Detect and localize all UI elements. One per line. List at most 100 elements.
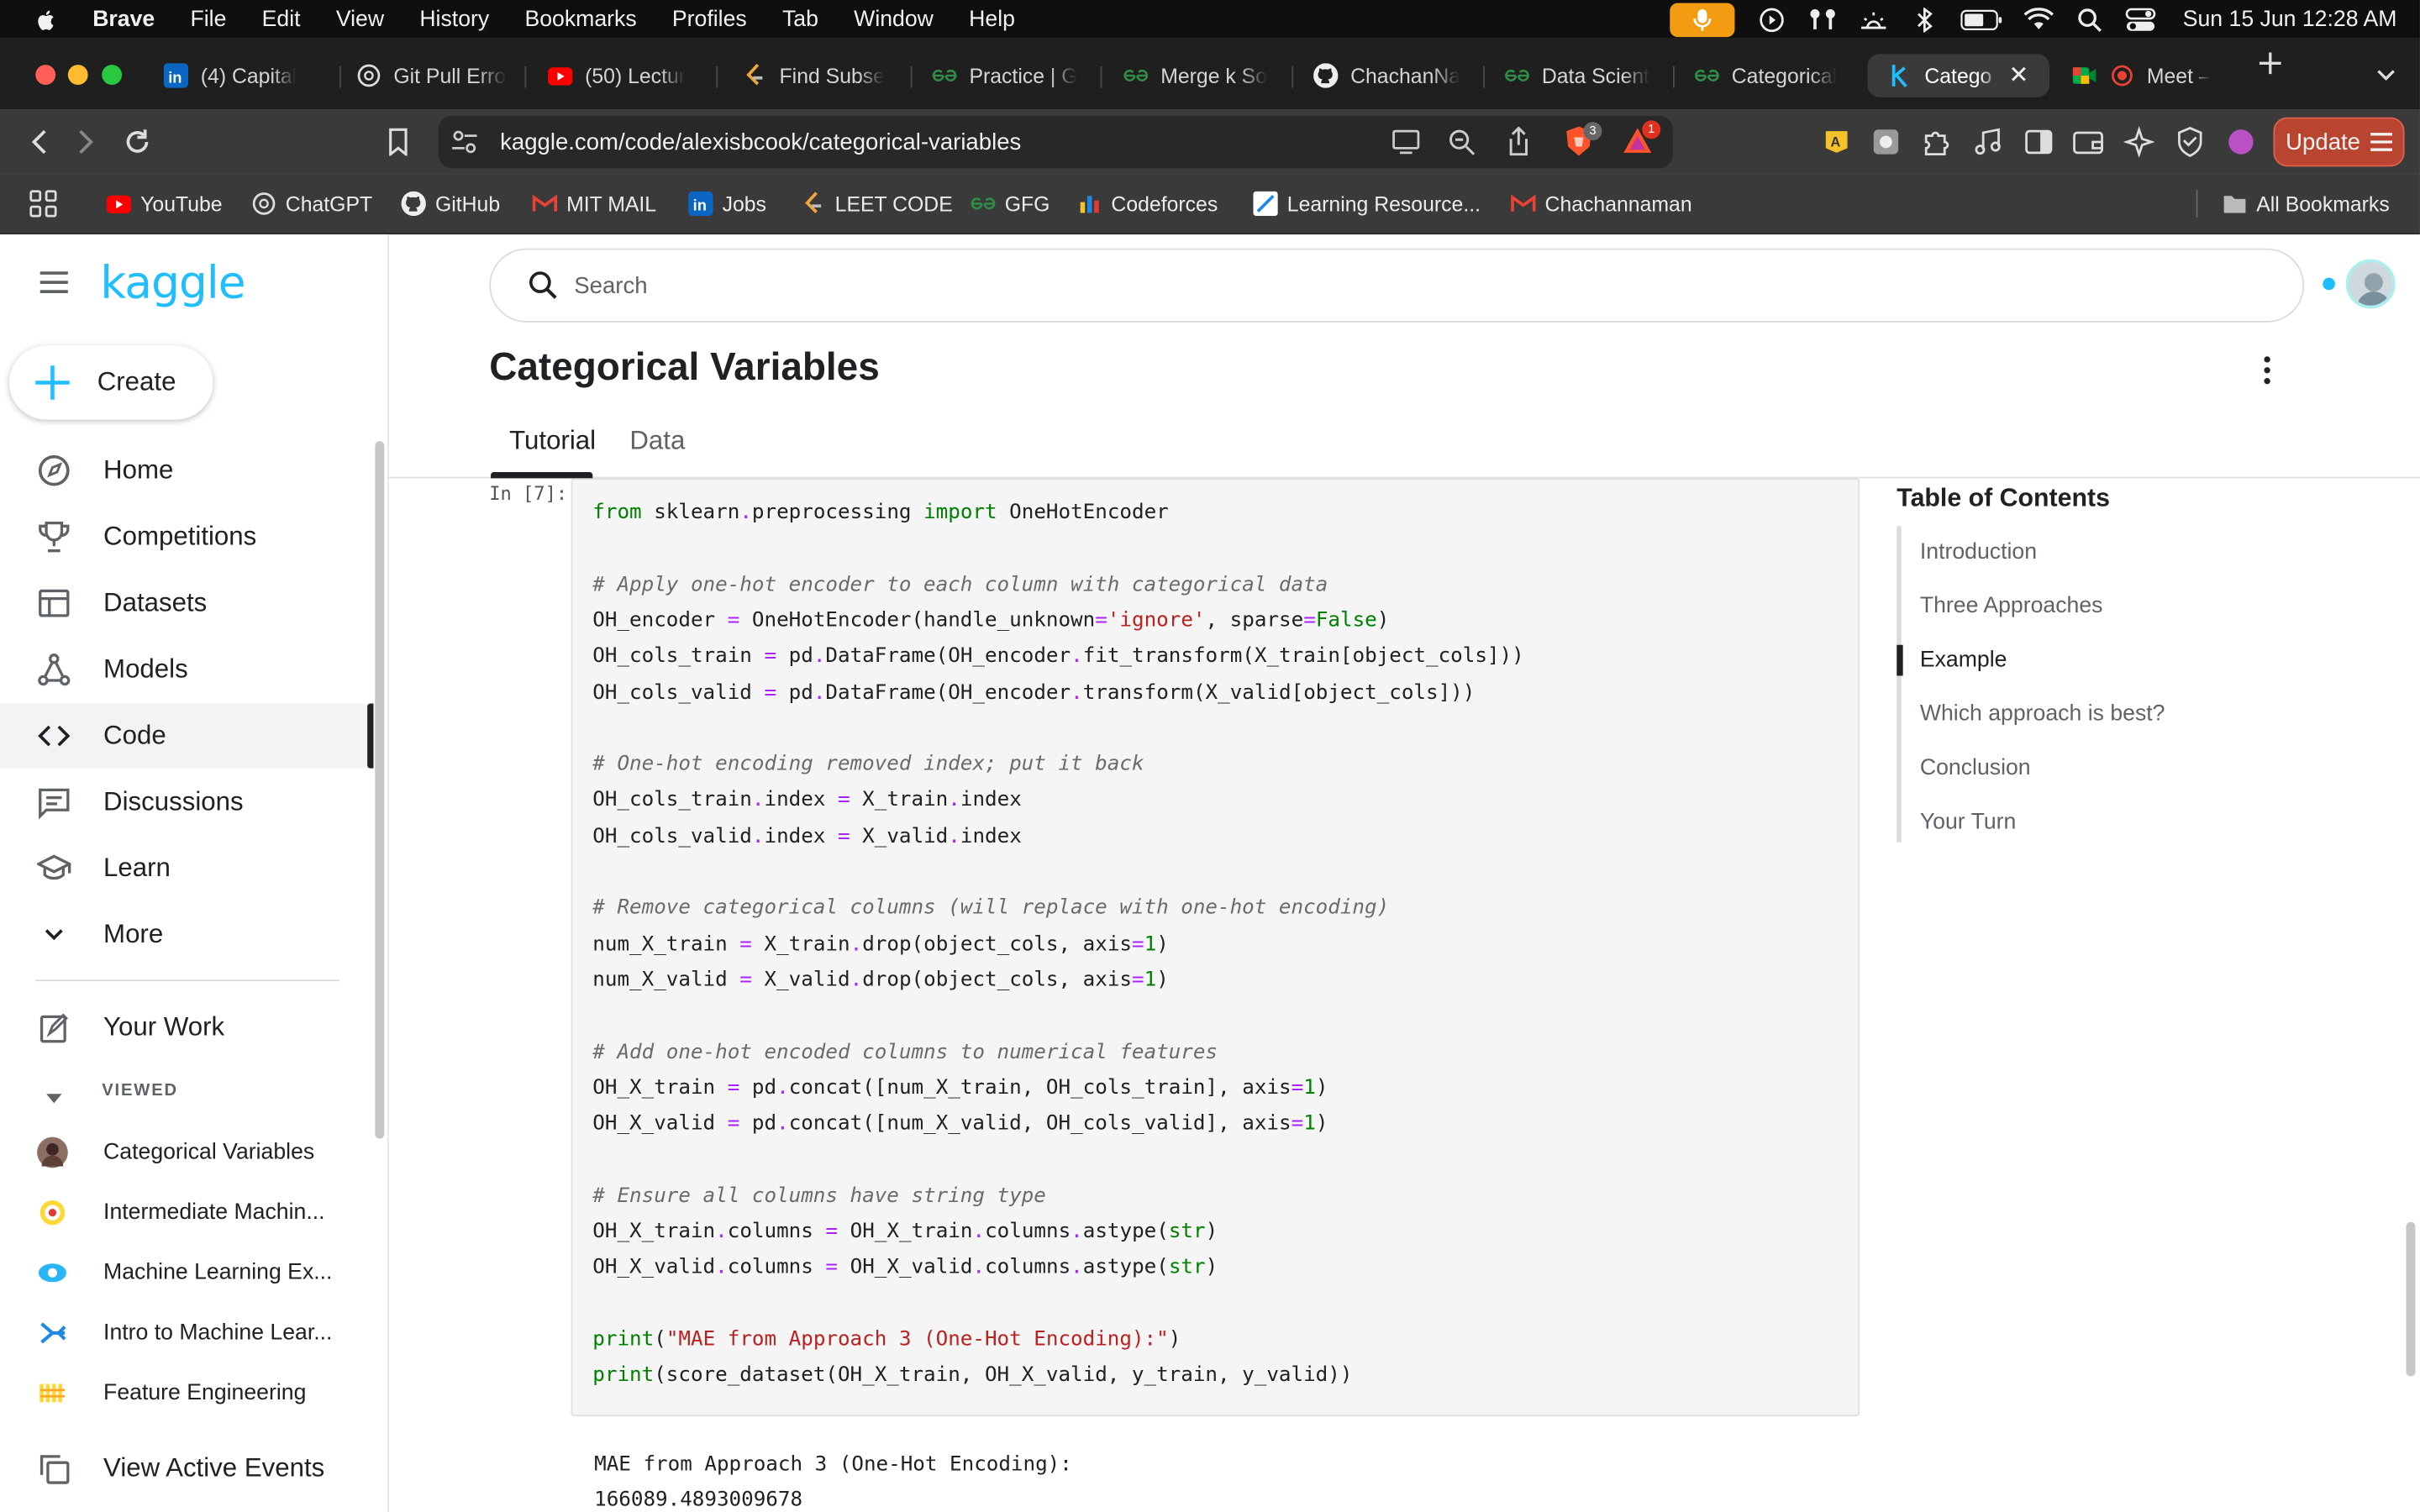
tab-data[interactable]: Data — [629, 426, 685, 457]
bookmark-chatgpt[interactable]: ChatGPT — [251, 190, 372, 218]
extension-screenshot-icon[interactable] — [1870, 127, 1902, 158]
extension-a-icon[interactable]: A — [1821, 127, 1852, 158]
airpods-icon[interactable] — [1807, 7, 1839, 31]
sidebar-scrollbar[interactable] — [375, 441, 385, 1139]
nav-code[interactable]: Code — [0, 703, 374, 769]
microphone-icon[interactable] — [1670, 2, 1736, 37]
nav-discussions[interactable]: Discussions — [0, 770, 373, 835]
more-options-icon[interactable] — [2254, 354, 2279, 386]
kaggle-search-input[interactable]: Search — [489, 248, 2305, 323]
tab-categorical-gfg[interactable]: Categorical — [1695, 54, 1846, 97]
menu-tab[interactable]: Tab — [782, 7, 818, 31]
media-music-icon[interactable] — [1972, 127, 2003, 158]
tab-github-chachan[interactable]: ChachanNa — [1313, 54, 1468, 97]
menu-edit[interactable]: Edit — [262, 7, 301, 31]
menu-bookmarks[interactable]: Bookmarks — [524, 7, 636, 31]
menu-help[interactable]: Help — [969, 7, 1015, 31]
bookmark-mit-mail[interactable]: MIT MAIL — [532, 190, 656, 218]
bookmark-youtube[interactable]: YouTube — [106, 190, 223, 218]
tab-google-meet[interactable]: Meet – — [2072, 54, 2228, 97]
tab-git-pull-error[interactable]: Git Pull Erro — [356, 54, 511, 97]
apple-icon[interactable] — [34, 7, 58, 31]
menu-profiles[interactable]: Profiles — [672, 7, 747, 31]
nav-learn[interactable]: Learn — [0, 836, 373, 900]
menu-view[interactable]: View — [336, 7, 384, 31]
menu-app-name[interactable]: Brave — [92, 7, 155, 31]
toc-which-approach[interactable]: Which approach is best? — [1920, 702, 2165, 727]
menubar-clock[interactable]: Sun 15 Jun 12:28 AM — [2183, 7, 2397, 31]
window-minimize-button[interactable] — [67, 65, 88, 86]
nav-more[interactable]: More — [0, 902, 373, 967]
bookmark-jobs[interactable]: in Jobs — [688, 190, 766, 218]
spotlight-search-icon[interactable] — [2075, 7, 2106, 31]
tab-practice-gfg[interactable]: Practice | G — [932, 54, 1086, 97]
viewed-intro-ml[interactable]: Intro to Machine Lear... — [0, 1305, 373, 1361]
bookmark-chachannaman[interactable]: Chachannaman — [1511, 190, 1692, 218]
tab-youtube-lecture[interactable]: (50) Lectur — [548, 54, 702, 97]
viewed-categorical-variables[interactable]: Categorical Variables — [0, 1125, 373, 1180]
code-cell[interactable]: from sklearn.preprocessing import OneHot… — [571, 478, 1860, 1417]
site-settings-icon[interactable] — [450, 129, 478, 162]
update-button[interactable]: Update — [2273, 117, 2405, 167]
tab-find-subsets[interactable]: Find Subse — [742, 54, 897, 97]
tab-merge-k-sorted[interactable]: Merge k So — [1123, 54, 1278, 97]
bookmark-learning-resources[interactable]: Learning Resource... — [1253, 190, 1481, 218]
new-tab-button[interactable] — [2258, 45, 2282, 85]
create-button[interactable]: Create — [9, 345, 213, 420]
toc-introduction[interactable]: Introduction — [1920, 540, 2037, 564]
window-close-button[interactable] — [35, 65, 56, 86]
reload-icon[interactable] — [122, 127, 153, 158]
nav-home[interactable]: Home — [0, 438, 373, 503]
close-tab-icon[interactable] — [2008, 63, 2030, 89]
play-circle-icon[interactable] — [1757, 7, 1788, 32]
nav-your-work[interactable]: Your Work — [0, 995, 373, 1060]
window-zoom-button[interactable] — [102, 65, 123, 86]
brightness-icon[interactable] — [1859, 7, 1890, 31]
leo-ai-icon[interactable] — [2123, 126, 2155, 158]
nav-models[interactable]: Models — [0, 638, 373, 702]
menu-window[interactable]: Window — [854, 7, 934, 31]
viewed-feature-engineering[interactable]: Feature Engineering — [0, 1365, 373, 1420]
apps-grid-icon[interactable] — [29, 190, 57, 225]
viewed-intermediate-ml[interactable]: Intermediate Machin... — [0, 1185, 373, 1241]
hamburger-menu-icon[interactable] — [39, 270, 70, 294]
toc-three-approaches[interactable]: Three Approaches — [1920, 594, 2103, 618]
nav-view-active-events[interactable]: View Active Events — [0, 1436, 373, 1501]
wallet-icon[interactable] — [2073, 127, 2104, 158]
bookmark-leet-code[interactable]: LEET CODE — [801, 190, 953, 218]
viewed-ml-explainability[interactable]: Machine Learning Ex... — [0, 1245, 373, 1300]
tab-data-science[interactable]: Data Scient — [1505, 54, 1660, 97]
tab-tutorial[interactable]: Tutorial — [509, 426, 596, 457]
nav-datasets[interactable]: Datasets — [0, 571, 373, 636]
zoom-icon[interactable] — [1448, 128, 1476, 163]
wifi-icon[interactable] — [2024, 7, 2055, 31]
bookmark-all-bookmarks[interactable]: All Bookmarks — [2223, 190, 2390, 218]
menu-file[interactable]: File — [190, 7, 226, 31]
bookmark-github[interactable]: GitHub — [401, 190, 500, 218]
notification-dot[interactable] — [2323, 277, 2335, 291]
viewed-collapse-icon[interactable] — [45, 1084, 63, 1112]
tab-search-chevron-icon[interactable] — [2375, 63, 2397, 91]
forward-icon[interactable] — [71, 127, 102, 158]
nav-competitions[interactable]: Competitions — [0, 505, 373, 570]
address-bar[interactable]: kaggle.com/code/alexisbcook/categorical-… — [438, 115, 1673, 169]
cast-icon[interactable] — [1391, 128, 1422, 163]
extensions-puzzle-icon[interactable] — [1922, 127, 1953, 158]
toc-your-turn[interactable]: Your Turn — [1920, 810, 2017, 834]
kaggle-logo[interactable]: kaggle — [100, 256, 245, 308]
tab-linkedin[interactable]: in (4) Capital — [163, 54, 328, 97]
sidebar-toggle-icon[interactable] — [2023, 127, 2054, 158]
toc-example[interactable]: Example — [1920, 648, 2007, 672]
tab-kaggle-categorical-active[interactable]: Catego — [1867, 54, 2050, 97]
profile-icon[interactable] — [2226, 127, 2257, 158]
bookmark-codeforces[interactable]: Codeforces — [1077, 190, 1218, 218]
bookmark-gfg[interactable]: GFG — [971, 190, 1050, 218]
back-icon[interactable] — [24, 127, 55, 158]
vpn-shield-icon[interactable] — [2175, 126, 2206, 158]
menu-history[interactable]: History — [419, 7, 489, 31]
bookmark-icon[interactable] — [383, 127, 414, 158]
toc-conclusion[interactable]: Conclusion — [1920, 756, 2031, 780]
user-avatar[interactable] — [2345, 259, 2396, 309]
url-text[interactable]: kaggle.com/code/alexisbcook/categorical-… — [500, 129, 1021, 155]
bluetooth-icon[interactable] — [1910, 7, 1941, 32]
